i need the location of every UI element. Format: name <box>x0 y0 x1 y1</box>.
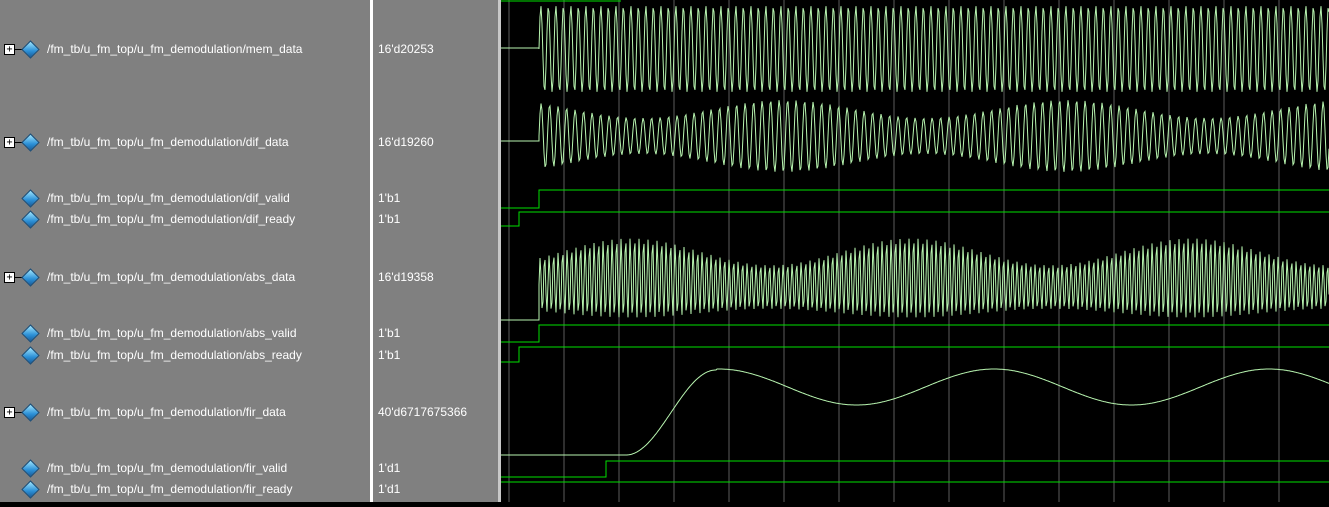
signal-row-fir-data[interactable]: + /fm_tb/u_fm_top/u_fm_demodulation/fir_… <box>0 402 370 422</box>
signal-row-fir-ready[interactable]: /fm_tb/u_fm_top/u_fm_demodulation/fir_re… <box>0 479 370 499</box>
signal-value: 16'd20253 <box>378 42 434 56</box>
signal-diamond-icon <box>21 479 40 499</box>
signal-value: 1'b1 <box>378 326 401 340</box>
signal-name: /fm_tb/u_fm_top/u_fm_demodulation/abs_da… <box>47 270 296 284</box>
signal-diamond-icon <box>21 323 40 343</box>
signal-name: /fm_tb/u_fm_top/u_fm_demodulation/fir_va… <box>47 461 288 475</box>
wave-dif-ready <box>501 211 1329 227</box>
signal-diamond-icon <box>21 402 40 422</box>
signal-name: /fm_tb/u_fm_top/u_fm_demodulation/abs_va… <box>47 326 297 340</box>
signal-value: 40'd6717675366 <box>378 405 468 419</box>
expand-icon[interactable]: + <box>4 43 15 55</box>
signal-name: /fm_tb/u_fm_top/u_fm_demodulation/fir_re… <box>47 482 293 496</box>
waveform-pane[interactable] <box>501 0 1329 502</box>
signal-row-abs-data[interactable]: + /fm_tb/u_fm_top/u_fm_demodulation/abs_… <box>0 267 370 287</box>
signal-row-dif-valid[interactable]: /fm_tb/u_fm_top/u_fm_demodulation/dif_va… <box>0 188 370 208</box>
wave-abs-data <box>501 238 1329 321</box>
expand-icon[interactable]: + <box>4 136 15 148</box>
signal-name: /fm_tb/u_fm_top/u_fm_demodulation/fir_da… <box>47 405 286 419</box>
signal-name: /fm_tb/u_fm_top/u_fm_demodulation/dif_da… <box>47 135 289 149</box>
signal-name: /fm_tb/u_fm_top/u_fm_demodulation/abs_re… <box>47 348 302 362</box>
wave-abs-ready <box>501 346 1329 363</box>
waveform-canvas[interactable] <box>501 0 1329 502</box>
signal-row-abs-valid[interactable]: /fm_tb/u_fm_top/u_fm_demodulation/abs_va… <box>0 323 370 343</box>
signal-diamond-icon <box>21 345 40 365</box>
signal-diamond-icon <box>21 132 40 152</box>
signal-values-pane <box>373 0 498 502</box>
signal-diamond-icon <box>21 458 40 478</box>
signal-row-dif-ready[interactable]: /fm_tb/u_fm_top/u_fm_demodulation/dif_re… <box>0 209 370 229</box>
signal-row-mem-data[interactable]: + /fm_tb/u_fm_top/u_fm_demodulation/mem_… <box>0 39 370 59</box>
expand-icon[interactable]: + <box>4 406 15 418</box>
time-grid <box>508 0 1280 502</box>
signal-name: /fm_tb/u_fm_top/u_fm_demodulation/mem_da… <box>47 42 303 56</box>
signal-value: 1'b1 <box>378 348 401 362</box>
signal-value: 1'b1 <box>378 191 401 205</box>
signal-diamond-icon <box>21 39 40 59</box>
wave-mem-data <box>501 6 1329 92</box>
signal-value: 1'd1 <box>378 461 401 475</box>
signal-row-dif-data[interactable]: + /fm_tb/u_fm_top/u_fm_demodulation/dif_… <box>0 132 370 152</box>
wave-fir-data <box>501 368 1329 456</box>
wave-dif-valid <box>501 189 1329 209</box>
signal-names-pane <box>0 0 370 502</box>
signal-row-abs-ready[interactable]: /fm_tb/u_fm_top/u_fm_demodulation/abs_re… <box>0 345 370 365</box>
signal-value: 1'd1 <box>378 482 401 496</box>
wave-fir-valid <box>501 460 1329 478</box>
signal-name: /fm_tb/u_fm_top/u_fm_demodulation/dif_va… <box>47 191 290 205</box>
expand-icon[interactable]: + <box>4 271 15 283</box>
signal-name: /fm_tb/u_fm_top/u_fm_demodulation/dif_re… <box>47 212 296 226</box>
signal-row-fir-valid[interactable]: /fm_tb/u_fm_top/u_fm_demodulation/fir_va… <box>0 458 370 478</box>
signal-diamond-icon <box>21 188 40 208</box>
wave-abs-valid <box>501 324 1329 343</box>
signal-value: 16'd19260 <box>378 135 434 149</box>
signal-diamond-icon <box>21 267 40 287</box>
wave-dif-data <box>501 100 1329 172</box>
signal-value: 1'b1 <box>378 212 401 226</box>
signal-value: 16'd19358 <box>378 270 434 284</box>
signal-diamond-icon <box>21 209 40 229</box>
